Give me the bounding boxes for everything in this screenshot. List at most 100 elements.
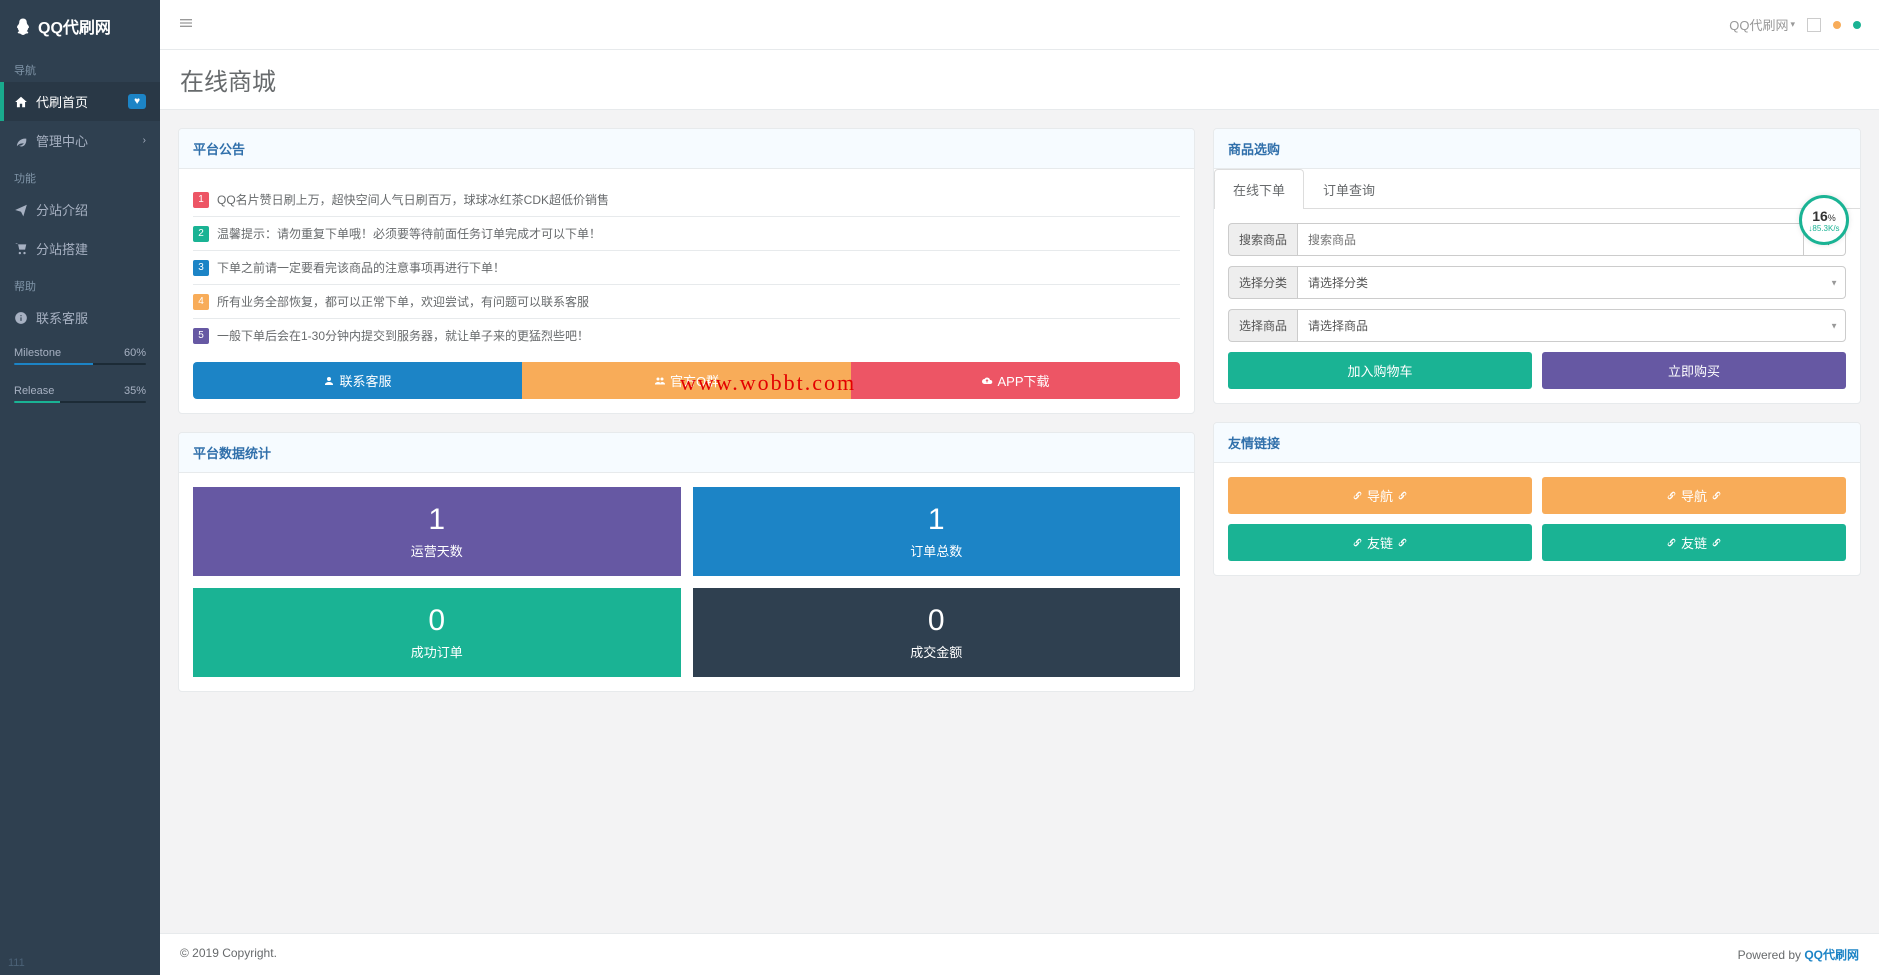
announce-number: 5 (193, 328, 209, 344)
brand-text: QQ代刷网 (38, 14, 111, 38)
footer-left: © 2019 Copyright. (180, 946, 277, 963)
stat-value: 1 (209, 503, 665, 537)
status-dot-ok (1853, 21, 1861, 29)
info-icon (14, 311, 28, 325)
progress-label: Release (14, 385, 54, 397)
footer-right: Powered by QQ代刷网 (1738, 946, 1859, 963)
announce-text: QQ名片赞日刷上万，超快空间人气日刷百万，球球冰红茶CDK超低价销售 (217, 191, 609, 208)
tab-1[interactable]: 订单查询 (1304, 169, 1394, 209)
tab-0[interactable]: 在线下单 (1214, 169, 1304, 209)
footer: © 2019 Copyright. Powered by QQ代刷网 (160, 933, 1879, 975)
link-icon (1666, 490, 1677, 501)
nav-label: 联系客服 (36, 308, 146, 327)
sidebar-item-home[interactable]: 代刷首页♥ (0, 82, 160, 121)
sidebar-footer: 111 (8, 957, 25, 969)
friend-link-3[interactable]: 友链 (1542, 524, 1846, 561)
announce-item: 5 一般下单后会在1-30分钟内提交到服务器，就让单子来的更猛烈些吧！ (193, 319, 1180, 352)
search-label: 搜索商品 (1228, 223, 1297, 256)
link-icon (1711, 537, 1722, 548)
page-header: 在线商城 (160, 50, 1879, 110)
add-cart-button[interactable]: 加入购物车 (1228, 352, 1532, 389)
search-input[interactable] (1297, 223, 1804, 256)
progress-item: Milestone 60% (0, 337, 160, 375)
friend-link-0[interactable]: 导航 (1228, 477, 1532, 514)
sidebar-item-leaf[interactable]: 管理中心› (0, 121, 160, 160)
panel-announce-title: 平台公告 (179, 129, 1194, 169)
panel-order-title: 商品选购 (1214, 129, 1860, 169)
stat-card-green: 0成功订单 (193, 588, 681, 677)
bars-icon (178, 15, 194, 31)
announce-btn-3[interactable]: APP下载 (851, 362, 1180, 399)
panel-links: 友情链接 导航导航友链友链 (1213, 422, 1861, 576)
sidebar-item-cart[interactable]: 分站搭建 (0, 229, 160, 268)
product-label: 选择商品 (1228, 309, 1297, 342)
panel-stats-title: 平台数据统计 (179, 433, 1194, 473)
announce-text: 下单之前请一定要看完该商品的注意事项再进行下单！ (217, 259, 505, 276)
friend-link-1[interactable]: 导航 (1542, 477, 1846, 514)
sidebar-item-plane[interactable]: 分站介绍 (0, 190, 160, 229)
stat-value: 0 (709, 604, 1165, 638)
sidebar: QQ代刷网 导航代刷首页♥管理中心›功能分站介绍分站搭建帮助联系客服 Miles… (0, 0, 160, 975)
broken-image-icon (1807, 18, 1821, 32)
announce-item: 4所有业务全部恢复，都可以正常下单，欢迎尝试，有问题可以联系客服 (193, 285, 1180, 319)
stat-label: 运营天数 (209, 541, 665, 560)
nav-label: 管理中心 (36, 131, 143, 150)
link-icon (1397, 490, 1408, 501)
announce-number: 2 (193, 226, 209, 242)
stat-card-dark: 0 成交金额 (693, 588, 1181, 677)
announce-btn-2[interactable]: 官方Q群 (522, 362, 851, 399)
nav-label: 分站搭建 (36, 239, 146, 258)
nav-label: 分站介绍 (36, 200, 146, 219)
stat-label: 成交金额 (709, 642, 1165, 661)
nav-section-header: 帮助 (0, 268, 160, 298)
link-icon (1352, 537, 1363, 548)
user-name: QQ代刷网 (1729, 15, 1788, 34)
link-icon (1352, 490, 1363, 501)
penguin-icon (14, 17, 32, 35)
announce-text: 一般下单后会在1-30分钟内提交到服务器，就让单子来的更猛烈些吧！ (217, 327, 589, 344)
product-select[interactable]: 请选择商品 (1297, 309, 1846, 342)
announce-btn-1[interactable]: 联系客服 (193, 362, 522, 399)
category-label: 选择分类 (1228, 266, 1297, 299)
user-icon (323, 375, 335, 387)
announce-item: 1 QQ名片赞日刷上万，超快空间人气日刷百万，球球冰红茶CDK超低价销售 (193, 183, 1180, 217)
announce-number: 4 (193, 294, 209, 310)
brand[interactable]: QQ代刷网 (0, 0, 160, 52)
plane-icon (14, 203, 28, 217)
stat-card-blue: 1 订单总数 (693, 487, 1181, 576)
group-icon (654, 375, 666, 387)
panel-announce: 平台公告 1 QQ名片赞日刷上万，超快空间人气日刷百万，球球冰红茶CDK超低价销售… (178, 128, 1195, 414)
category-select[interactable]: 请选择分类 (1297, 266, 1846, 299)
progress-value: 60% (124, 347, 146, 359)
stat-card-purple: 1 运营天数 (193, 487, 681, 576)
sidebar-toggle[interactable] (178, 15, 194, 34)
nav-section-header: 功能 (0, 160, 160, 190)
announce-number: 1 (193, 192, 209, 208)
top-nav: QQ代刷网 ▾ (160, 0, 1879, 50)
announce-item: 2温馨提示：请勿重复下单哦！必须要等待前面任务订单完成才可以下单！ (193, 217, 1180, 251)
progress-item: Release 35% (0, 375, 160, 413)
link-icon (1397, 537, 1408, 548)
speed-gauge[interactable]: 16% ↓85.3K/s (1799, 195, 1849, 245)
panel-order: 商品选购 在线下单订单查询 搜索商品 选择分类 请选择 (1213, 128, 1861, 404)
chevron-right-icon: › (143, 135, 146, 146)
main: 在线商城 平台公告 1 QQ名片赞日刷上万，超快空间人气日刷百万，球球冰红茶CDK… (160, 0, 1879, 710)
status-dot-warn (1833, 21, 1841, 29)
friend-link-2[interactable]: 友链 (1228, 524, 1532, 561)
leaf-icon (14, 134, 28, 148)
sidebar-item-info[interactable]: 联系客服 (0, 298, 160, 337)
footer-link[interactable]: QQ代刷网 (1804, 948, 1859, 962)
stat-value: 1 (709, 503, 1165, 537)
announce-number: 3 (193, 260, 209, 276)
progress-value: 35% (124, 385, 146, 397)
announce-item: 3 下单之前请一定要看完该商品的注意事项再进行下单！ (193, 251, 1180, 285)
stat-label: 订单总数 (709, 541, 1165, 560)
home-icon (14, 95, 28, 109)
nav-label: 代刷首页 (36, 92, 128, 111)
user-dropdown[interactable]: QQ代刷网 ▾ (1729, 15, 1795, 34)
panel-links-title: 友情链接 (1214, 423, 1860, 463)
stat-value: 0 (209, 604, 665, 638)
progress-label: Milestone (14, 347, 61, 359)
cart-icon (14, 242, 28, 256)
buy-now-button[interactable]: 立即购买 (1542, 352, 1846, 389)
